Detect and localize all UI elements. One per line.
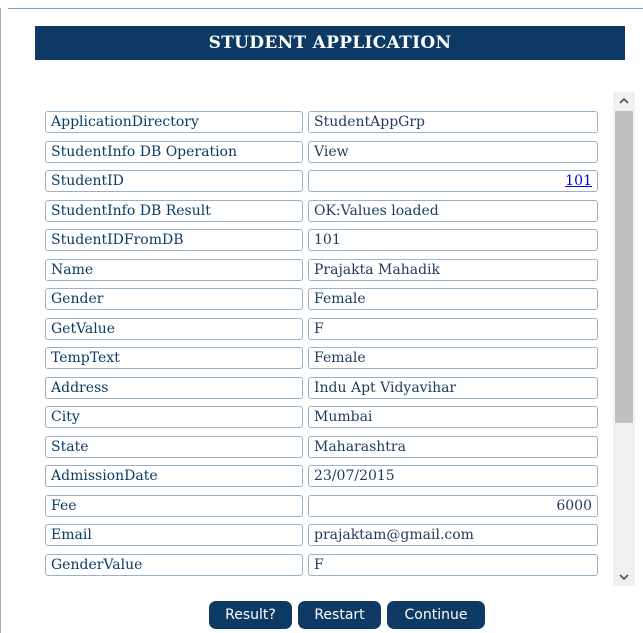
field-row: StudentID 101 [45, 170, 605, 200]
chevron-up-icon [619, 97, 629, 104]
field-label: Address [45, 376, 303, 399]
field-label: Email [45, 524, 303, 546]
field-row: Email prajaktam@gmail.com [45, 524, 605, 554]
field-label: StudentIDFromDB [45, 229, 303, 251]
field-row: TempText Female [45, 347, 605, 377]
field-label: ApplicationDirectory [45, 111, 303, 133]
field-row: GenderValue F [45, 553, 605, 584]
field-row: City Mumbai [45, 406, 605, 436]
field-label: Fee [45, 494, 303, 517]
field-row: StudentInfo DB Operation View [45, 140, 605, 171]
field-label: StudentInfo DB Result [45, 199, 303, 222]
student-id-link[interactable]: 101 [565, 173, 592, 189]
field-label: City [45, 406, 303, 428]
field-label: TempText [45, 347, 303, 369]
field-value: 6000 [308, 494, 598, 517]
field-row: StudentInfo DB Result OK:Values loaded [45, 199, 605, 230]
field-value: Female [308, 288, 598, 310]
chevron-down-icon [619, 574, 629, 581]
field-row: GetValue F [45, 317, 605, 348]
field-label: GenderValue [45, 553, 303, 576]
field-value: Indu Apt Vidyavihar [308, 376, 598, 399]
field-row: Fee 6000 [45, 494, 605, 525]
field-row: Gender Female [45, 288, 605, 318]
field-value: 23/07/2015 [308, 465, 598, 487]
field-value: prajaktam@gmail.com [308, 524, 598, 546]
result-button[interactable]: Result? [209, 601, 292, 629]
field-row: State Maharashtra [45, 435, 605, 466]
field-value: F [308, 317, 598, 340]
field-row: Name Prajakta Mahadik [45, 258, 605, 289]
scroll-down-button[interactable] [613, 569, 635, 586]
field-list: ApplicationDirectory StudentAppGrp Student… [45, 111, 605, 583]
frame-edge [0, 8, 1, 633]
field-label: GetValue [45, 317, 303, 340]
field-row: ApplicationDirectory StudentAppGrp [45, 111, 605, 141]
field-value: 101 [308, 229, 598, 251]
field-row: AdmissionDate 23/07/2015 [45, 465, 605, 495]
field-value: Prajakta Mahadik [308, 258, 598, 281]
field-label: StudentInfo DB Operation [45, 140, 303, 163]
vertical-scrollbar[interactable] [613, 92, 635, 586]
field-value: Mumbai [308, 406, 598, 428]
field-label: Gender [45, 288, 303, 310]
field-label: StudentID [45, 170, 303, 192]
field-label: Name [45, 258, 303, 281]
field-label: AdmissionDate [45, 465, 303, 487]
field-value: Female [308, 347, 598, 369]
restart-button[interactable]: Restart [298, 601, 381, 629]
scroll-up-button[interactable] [613, 92, 635, 109]
action-bar: Result? Restart Continue [0, 601, 643, 629]
field-value: StudentAppGrp [308, 111, 598, 133]
page-title: STUDENT APPLICATION [35, 26, 625, 60]
field-value: View [308, 140, 598, 163]
field-value: OK:Values loaded [308, 199, 598, 222]
frame-top-border [8, 8, 643, 9]
scrollbar-thumb[interactable] [615, 111, 633, 423]
field-row: Address Indu Apt Vidyavihar [45, 376, 605, 407]
field-value: Maharashtra [308, 435, 598, 458]
field-value: F [308, 553, 598, 576]
field-value: 101 [308, 170, 598, 192]
field-row: StudentIDFromDB 101 [45, 229, 605, 259]
field-label: State [45, 435, 303, 458]
continue-button[interactable]: Continue [387, 601, 485, 629]
